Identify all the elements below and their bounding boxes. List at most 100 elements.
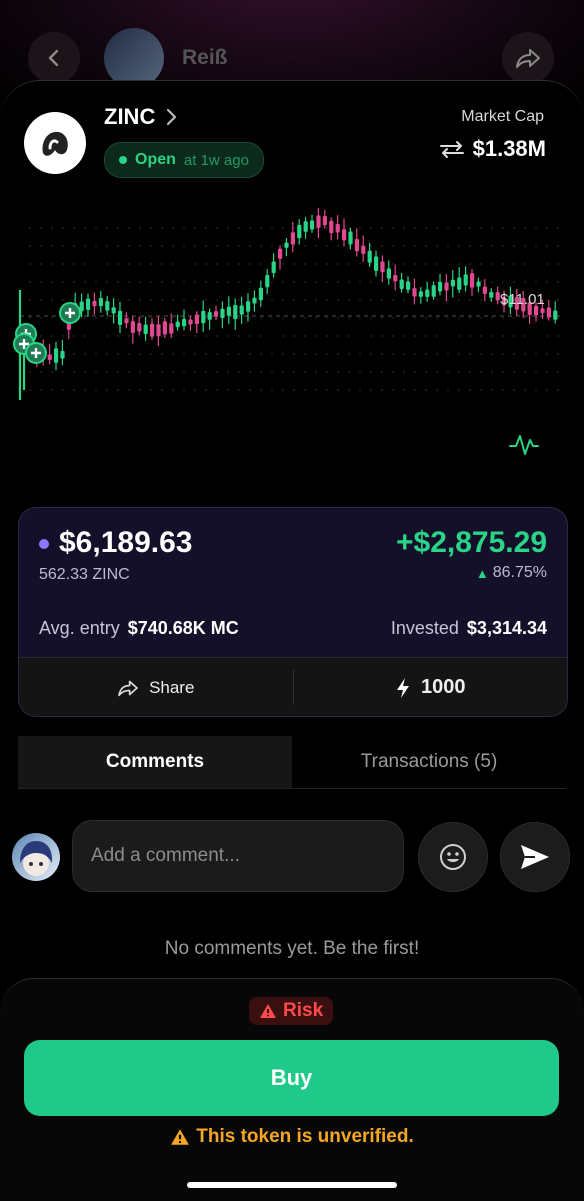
grid-dot [29,317,31,319]
market-cap[interactable]: $1.38M [439,136,546,162]
grid-dot [381,317,383,319]
creator-avatar[interactable] [104,28,164,88]
grid-dot [227,227,229,229]
risk-badge[interactable]: Risk [249,997,334,1025]
grid-dot [436,389,438,391]
back-button[interactable] [28,32,80,84]
token-name-link[interactable]: ZINC [104,104,177,130]
grid-dot [359,335,361,337]
grid-dot [491,335,493,337]
grid-dot [524,353,526,355]
grid-dot [425,389,427,391]
candle-body [111,307,116,314]
grid-dot [238,371,240,373]
grid-dot [491,353,493,355]
grid-dot [194,281,196,283]
grid-dot [282,227,284,229]
trade-marker[interactable] [25,342,47,364]
grid-dot [260,335,262,337]
candle-body [322,216,327,226]
grid-dot [381,299,383,301]
grid-dot [480,299,482,301]
grid-dot [139,371,141,373]
candle-body [271,261,276,274]
grid-dot [194,263,196,265]
grid-dot [535,389,537,391]
candle-body [98,297,103,307]
grid-dot [172,245,174,247]
grid-dot [183,281,185,283]
grid-dot [51,245,53,247]
comment-input[interactable] [72,820,404,892]
activity-pulse-icon[interactable] [509,435,539,455]
trade-marker[interactable] [59,302,81,324]
candle-body [482,286,487,295]
grid-dot [106,227,108,229]
grid-dot [106,281,108,283]
grid-dot [29,227,31,229]
candle-body [86,298,91,311]
candle-body [214,311,219,317]
grid-dot [51,353,53,355]
grid-dot [161,335,163,337]
candle-body [182,318,187,327]
grid-dot [161,227,163,229]
grid-dot [282,263,284,265]
send-button[interactable] [500,822,570,892]
grid-dot [535,335,537,337]
grid-dot [337,335,339,337]
candle-body [258,287,263,301]
grid-dot [447,389,449,391]
warning-icon [171,1129,190,1145]
grid-dot [216,281,218,283]
grid-dot [403,353,405,355]
emoji-button[interactable] [418,822,488,892]
grid-dot [62,281,64,283]
grid-dot [84,389,86,391]
grid-dot [260,263,262,265]
share-button[interactable]: Share [19,658,293,716]
grid-dot [535,245,537,247]
status-dot [119,156,127,164]
buy-button[interactable]: Buy [24,1040,559,1116]
grid-dot [216,245,218,247]
grid-dot [348,299,350,301]
share-top-button[interactable] [502,32,554,84]
grid-dot [458,299,460,301]
grid-dot [425,227,427,229]
grid-dot [513,227,515,229]
grid-dot [172,371,174,373]
tab-transactions[interactable]: Transactions (5) [292,736,566,788]
grid-dot [359,317,361,319]
tab-comments[interactable]: Comments [18,736,292,788]
grid-dot [95,263,97,265]
grid-dot [513,281,515,283]
creator-name[interactable]: Reiß [182,46,228,70]
grid-dot [315,263,317,265]
grid-dot [29,245,31,247]
grid-dot [84,299,86,301]
grid-dot [139,335,141,337]
home-indicator [187,1182,397,1188]
grid-dot [359,299,361,301]
grid-dot [282,353,284,355]
grid-dot [161,299,163,301]
candle-body [431,285,436,297]
grid-dot [51,299,53,301]
grid-dot [392,353,394,355]
grid-dot [502,263,504,265]
grid-dot [381,389,383,391]
grid-dot [84,227,86,229]
grid-dot [139,353,141,355]
grid-dot [117,299,119,301]
candle-body [201,310,206,324]
grid-dot [183,245,185,247]
share-arrow-icon [118,680,138,696]
grid-dot [29,299,31,301]
grid-dot [546,353,548,355]
position-actions: Share 1000 [19,657,568,716]
grid-dot [348,227,350,229]
quick-buy-button[interactable]: 1000 [294,658,568,716]
grid-dot [315,335,317,337]
price-chart[interactable]: $11.01 [0,200,584,480]
